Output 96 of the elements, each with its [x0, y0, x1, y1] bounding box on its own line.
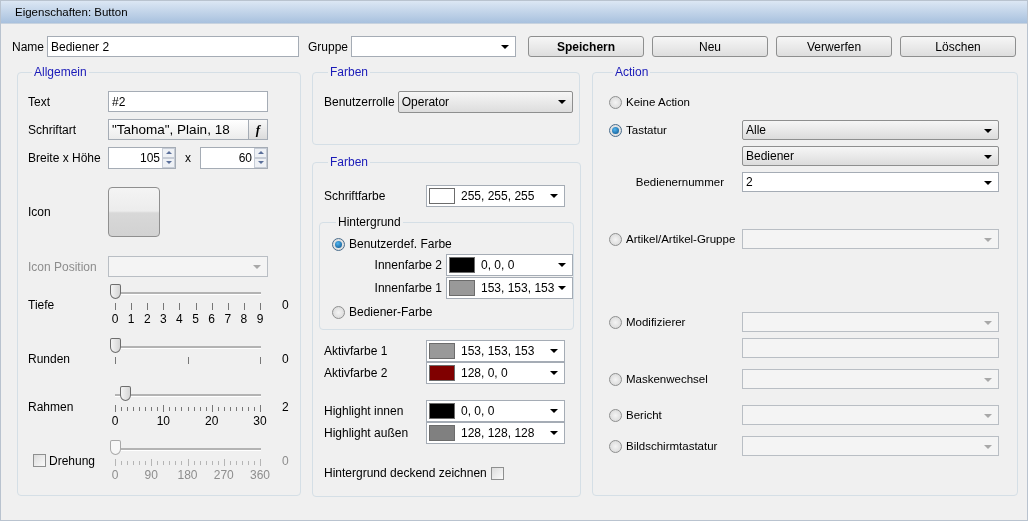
- tick-label: 9: [256, 313, 264, 326]
- field-label: Name: [12, 39, 44, 54]
- tick-label: 4: [176, 313, 183, 326]
- radio-label: Artikel/Artikel-Gruppe: [626, 233, 736, 245]
- field-label: Innenfarbe 2: [373, 258, 443, 272]
- tick-label: 10: [156, 415, 170, 428]
- tick-label: 0: [111, 469, 119, 482]
- action-button[interactable]: Verwerfen: [776, 36, 893, 57]
- radio-label: Modifizierer: [626, 316, 686, 328]
- tick-label: 6: [208, 313, 215, 326]
- name-field[interactable]: Bediener 2: [47, 36, 299, 57]
- color-dropdown[interactable]: 0, 0, 0: [426, 400, 565, 422]
- group-title: Allgemein: [33, 65, 88, 79]
- radio-button[interactable]: [332, 237, 345, 251]
- slider-thumb[interactable]: [119, 386, 131, 401]
- radio-button[interactable]: [609, 408, 622, 422]
- action-button[interactable]: Löschen: [900, 36, 1017, 57]
- radio-label: Benutzerdef. Farbe: [349, 237, 452, 251]
- action-button[interactable]: Neu: [652, 36, 769, 57]
- tick-label: 2: [143, 313, 151, 326]
- field-label: Highlight außen: [324, 426, 410, 440]
- radio-button[interactable]: [609, 315, 622, 329]
- tick-label: 20: [205, 415, 219, 428]
- group-title: Farben: [329, 155, 370, 169]
- dropdown[interactable]: Bediener: [742, 146, 999, 166]
- tick-label: 360: [250, 469, 270, 482]
- color-dropdown[interactable]: 0, 0, 0: [446, 254, 573, 276]
- action-button[interactable]: Speichern: [528, 36, 645, 57]
- slider-value: 2: [282, 399, 289, 416]
- tick-label: 270: [213, 469, 234, 482]
- tick-label: 0: [111, 415, 119, 428]
- slider-label: Runden: [28, 352, 71, 366]
- group-dropdown[interactable]: [351, 36, 517, 57]
- checkbox-label: Hintergrund deckend zeichnen: [324, 466, 487, 480]
- field-label: Aktivfarbe 1: [324, 344, 389, 358]
- radio-label: Bediener-Farbe: [349, 305, 433, 319]
- window-title: Eigenschaften: Button: [15, 6, 128, 18]
- field-label: Benutzerrolle: [324, 95, 395, 109]
- field-label: Text: [28, 94, 51, 109]
- tick-label: 0: [111, 313, 119, 326]
- field-label: Schriftart: [28, 122, 77, 137]
- radio-button[interactable]: [609, 95, 622, 109]
- tick-label: 90: [144, 469, 158, 482]
- size-separator: x: [184, 151, 192, 165]
- tick-label: 8: [240, 313, 248, 326]
- radio-label: Tastatur: [626, 124, 667, 136]
- radio-label: Keine Action: [626, 96, 690, 108]
- text-field[interactable]: #2: [108, 91, 268, 112]
- field-label: Aktivfarbe 2: [324, 366, 389, 380]
- field-label: Bedienernummer: [635, 176, 724, 188]
- role-dropdown[interactable]: Operator: [397, 91, 573, 113]
- slider-label: Tiefe: [28, 298, 55, 312]
- dropdown[interactable]: 2: [742, 172, 999, 192]
- slider[interactable]: 0 1 2 3 4 5 6 7 8 9: [108, 284, 268, 334]
- field-label: Icon: [28, 205, 52, 219]
- tick-label: 180: [177, 469, 198, 482]
- radio-label: Bildschirmtastatur: [626, 440, 718, 452]
- field-label: Innenfarbe 1: [373, 281, 443, 295]
- radio-button[interactable]: [609, 232, 622, 246]
- group-title: Action: [614, 65, 650, 79]
- slider[interactable]: 0 10 20 30: [108, 386, 268, 436]
- checkbox[interactable]: [490, 466, 504, 480]
- color-dropdown[interactable]: 153, 153, 153: [426, 340, 565, 362]
- slider-thumb[interactable]: [110, 284, 121, 299]
- slider-value: 0: [282, 453, 289, 470]
- field-label: Breite x Höhe: [28, 151, 102, 165]
- slider-label: Rahmen: [28, 400, 74, 414]
- icon-preview-button[interactable]: [108, 187, 160, 237]
- field-label: Gruppe: [308, 39, 349, 54]
- tick-label: 30: [253, 415, 267, 428]
- group-title: Farben: [329, 65, 370, 79]
- radio-button[interactable]: [609, 123, 622, 137]
- color-dropdown[interactable]: 128, 128, 128: [426, 422, 565, 444]
- color-dropdown[interactable]: 255, 255, 255: [426, 185, 565, 207]
- radio-button[interactable]: [609, 439, 622, 453]
- field-label: Icon Position: [28, 259, 98, 274]
- group-title: Hintergrund: [337, 215, 402, 229]
- slider-thumb[interactable]: [110, 338, 121, 353]
- radio-button[interactable]: [609, 372, 622, 386]
- font-field[interactable]: "Tahoma", Plain, 18: [108, 119, 248, 140]
- color-dropdown[interactable]: 128, 0, 0: [426, 362, 565, 384]
- font-picker-button[interactable]: f: [248, 119, 268, 140]
- color-dropdown[interactable]: 153, 153, 153: [446, 277, 573, 299]
- slider-label: Drehung: [49, 454, 96, 468]
- field-label: Highlight innen: [324, 404, 405, 418]
- slider-value: 0: [282, 351, 289, 368]
- tick-label: 3: [160, 313, 167, 326]
- radio-label: Bericht: [626, 409, 662, 421]
- slider-value: 0: [282, 297, 289, 314]
- tick-label: 1: [127, 313, 135, 326]
- tick-label: 7: [224, 313, 232, 326]
- radio-label: Maskenwechsel: [626, 373, 708, 385]
- field-label: Schriftfarbe: [324, 189, 387, 203]
- tick-label: 5: [192, 313, 199, 326]
- radio-button[interactable]: [332, 305, 345, 319]
- dropdown[interactable]: Alle: [742, 120, 999, 140]
